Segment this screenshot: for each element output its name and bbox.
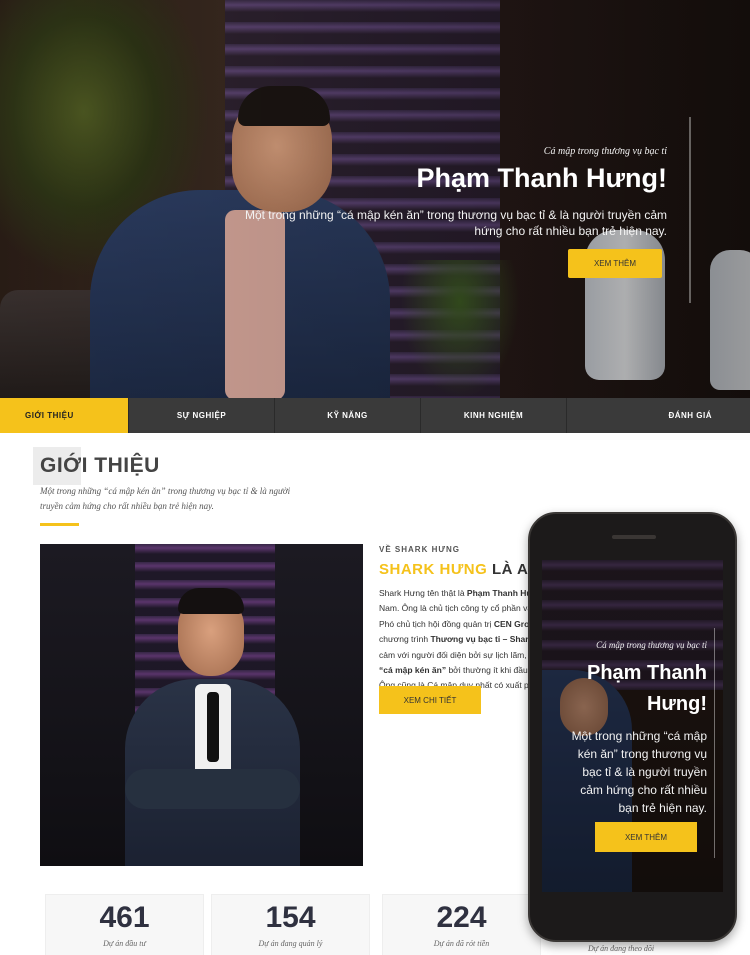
- about-line: Shark Hưng tên thật là Phạm Thanh Hưng: [379, 588, 539, 598]
- about-line: “cá mập kén ăn” bởi thường ít khi đầu tư: [379, 665, 539, 676]
- about-paragraph: Shark Hưng tên thật là Phạm Thanh Hưng N…: [379, 586, 539, 694]
- stat-label: Dự án đã rót tiền: [433, 939, 490, 948]
- section-tabs: GIỚI THIỆU SỰ NGHIỆP KỸ NĂNG KINH NGHIỆM…: [0, 398, 750, 433]
- tab-ky-nang[interactable]: KỸ NĂNG: [275, 398, 421, 433]
- section-description: Một trong những “cá mập kén ăn” trong th…: [40, 486, 291, 511]
- stat-label: Dự án đang quản lý: [258, 939, 323, 948]
- hero-description: Một trong những “cá mập kén ăn” trong th…: [244, 208, 667, 238]
- phone-title: Phạm Thanh Hưng!: [586, 662, 707, 715]
- hero-overlay: [0, 0, 750, 398]
- about-label: VỀ SHARK HƯNG: [379, 545, 460, 554]
- stat-label: Dự án đầu tư: [103, 939, 146, 948]
- stat-card: 224 Dự án đã rót tiền: [383, 895, 540, 955]
- stat-number: 224: [436, 901, 487, 934]
- phone-screen-divider: [714, 628, 715, 858]
- about-title: SHARK HƯNG LÀ AI?: [379, 561, 543, 578]
- section-underline: [40, 523, 79, 526]
- phone-speaker: [612, 535, 656, 539]
- portrait-photo: [40, 544, 363, 866]
- about-line: chương trình Thương vụ bạc tỉ – Shark Ta…: [379, 634, 539, 645]
- about-line: Nam. Ông là chủ tịch công ty cổ phần và …: [379, 603, 539, 614]
- tab-kinh-nghiem[interactable]: KINH NGHIỆM: [421, 398, 567, 433]
- stat-number: 154: [265, 901, 316, 934]
- tab-gioi-thieu[interactable]: GIỚI THIỆU: [0, 398, 129, 433]
- tab-su-nghiep[interactable]: SỰ NGHIỆP: [129, 398, 275, 433]
- phone-subtitle: Cá mập trong thương vụ bạc tỉ: [596, 640, 707, 650]
- portrait-hair: [178, 588, 244, 614]
- hero-subtitle: Cá mập trong thương vụ bạc tỉ: [543, 146, 667, 157]
- stat-number: 461: [99, 901, 150, 934]
- about-title-highlight: SHARK HƯNG: [379, 561, 488, 578]
- hero-see-more-button[interactable]: XEM THÊM: [568, 249, 662, 278]
- hero-title: Phạm Thanh Hưng!: [416, 163, 667, 193]
- phone-screen: Cá mập trong thương vụ bạc tỉ Phạm Thanh…: [542, 560, 723, 892]
- portrait-crossed-arms: [125, 769, 300, 809]
- about-line: Phó chủ tịch hội đồng quản trị CEN Group: [379, 618, 539, 629]
- phone-description: Một trong những “cá mập kén ăn” trong th…: [571, 729, 707, 815]
- hero-banner: Cá mập trong thương vụ bạc tỉ Phạm Thanh…: [0, 0, 750, 398]
- stat-card: 154 Dự án đang quản lý: [212, 895, 369, 955]
- tab-danh-gia[interactable]: ĐÁNH GIÁ: [567, 398, 750, 433]
- phone-mockup: Cá mập trong thương vụ bạc tỉ Phạm Thanh…: [528, 512, 737, 942]
- portrait-tie: [207, 692, 219, 762]
- see-details-button[interactable]: XEM CHI TIẾT: [379, 686, 481, 714]
- stat-label: Dự án đang theo dõi: [588, 944, 655, 953]
- section-title: GIỚI THIỆU: [40, 454, 160, 477]
- about-line: cảm với người đối diện bởi sự lịch lãm, …: [379, 649, 539, 660]
- stat-card: 461 Dự án đầu tư: [46, 895, 203, 955]
- hero-divider: [689, 117, 691, 303]
- phone-see-more-button[interactable]: XEM THÊM: [595, 822, 697, 852]
